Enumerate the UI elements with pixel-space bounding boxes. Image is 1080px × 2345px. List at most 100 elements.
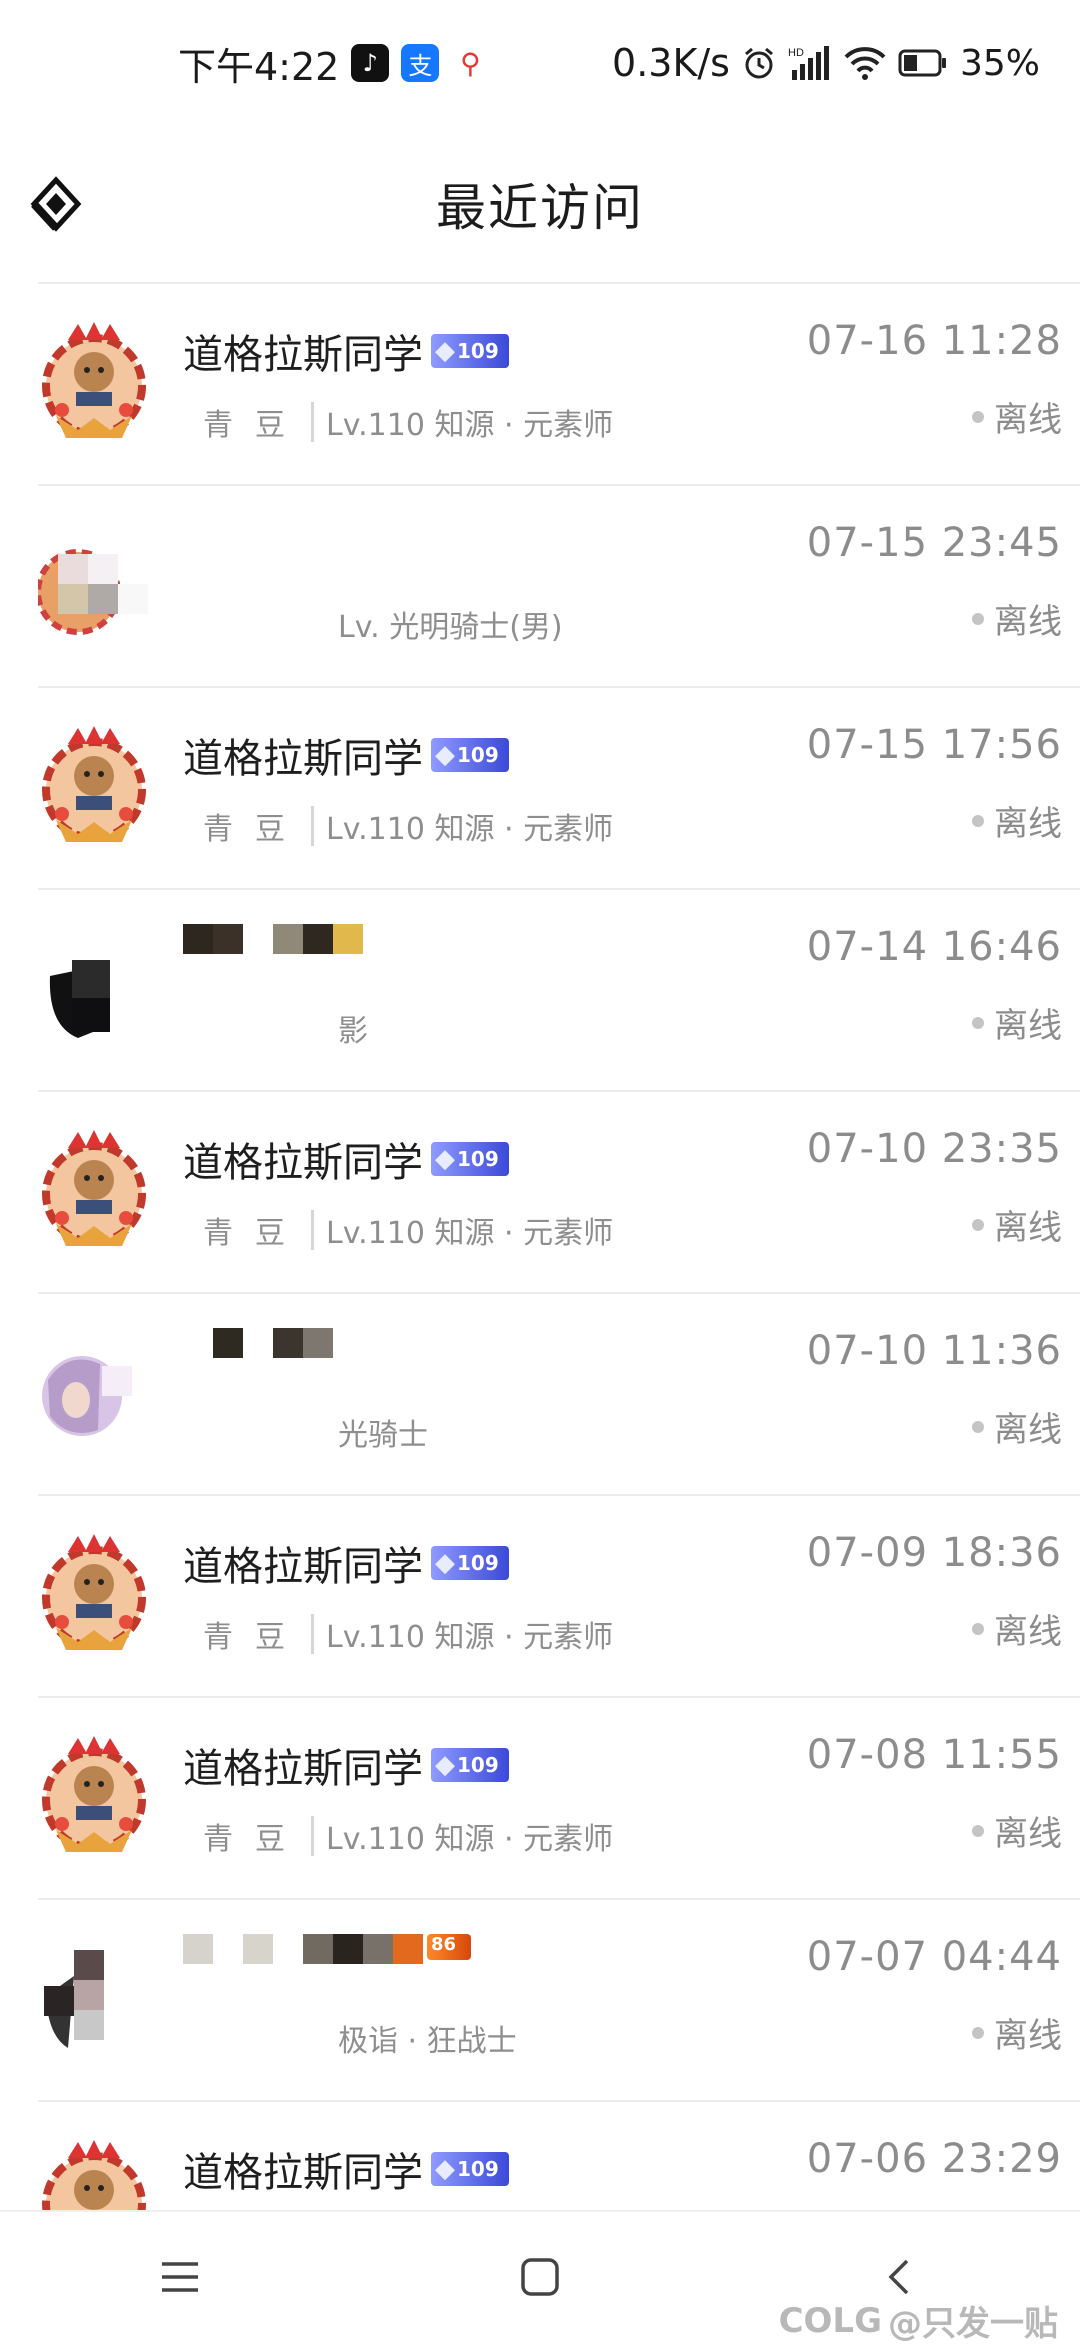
network-speed: 0.3K/s [612, 41, 730, 85]
level-badge-value: 86 [431, 1934, 457, 1955]
level-badge-value: 109 [457, 339, 499, 363]
visitor-row[interactable]: Lv. 光明骑士(男) 07-15 23:45 离线 [35, 486, 1080, 688]
visit-time: 07-10 23:35 [806, 1126, 1062, 1172]
online-status: 离线 [972, 998, 1062, 1047]
status-label: 离线 [994, 804, 1062, 844]
avatar[interactable] [38, 320, 150, 444]
visitor-info: 极诣 · 狂战士 [338, 2016, 517, 2060]
status-dot [972, 1218, 984, 1231]
online-status: 离线 [972, 392, 1062, 441]
avatar[interactable] [38, 724, 150, 848]
visitor-info: 青豆 Lv.110 知源 · 元素师 [183, 804, 613, 848]
tiktok-icon: ♪ [351, 44, 390, 82]
guild-name: 青豆 [203, 812, 307, 847]
home-square-icon [521, 2258, 559, 2296]
online-status: 离线 [972, 2008, 1062, 2057]
level-badge: ◆ 109 [431, 1748, 509, 1782]
visitor-row[interactable]: 道格拉斯同学 ◆ 109 青豆 Lv.110 知源 · 元素师 07-16 11:28 离线 [38, 284, 1080, 486]
online-status: 离线 [972, 796, 1062, 845]
level-badge-value: 109 [457, 1551, 499, 1575]
visitor-name-text: 道格拉斯同学 [183, 332, 423, 378]
battery-icon [898, 49, 948, 77]
alipay-icon: 支 [401, 44, 440, 82]
guild-name: 青豆 [203, 1620, 307, 1655]
visitor-row[interactable]: 影 07-14 16:46 离线 [38, 890, 1080, 1092]
visitor-name[interactable]: 道格拉斯同学 ◆ 109 [183, 1534, 509, 1592]
level-class-text: Lv.110 知源 · 元素师 [326, 1216, 614, 1251]
visitor-name[interactable]: 道格拉斯同学 ◆ 109 [183, 1736, 509, 1794]
avatar[interactable] [38, 1330, 150, 1454]
visitor-name[interactable]: 道格拉斯同学 ◆ 109 [183, 322, 509, 380]
visitor-row[interactable]: 86 极诣 · 狂战士 07-07 04:44 离线 [38, 1900, 1080, 2102]
visit-time: 07-08 11:55 [806, 1732, 1062, 1778]
avatar[interactable] [35, 522, 150, 646]
level-class-text: Lv.110 知源 · 元素师 [326, 408, 614, 443]
header: 最近访问 [0, 126, 1080, 282]
level-badge-value: 109 [457, 2157, 499, 2181]
visitor-row[interactable]: 光骑士 07-10 11:36 离线 [38, 1294, 1080, 1496]
status-label: 离线 [994, 1612, 1062, 1652]
level-badge-value: 109 [457, 1753, 499, 1777]
menu-button[interactable] [150, 2247, 210, 2307]
visit-time: 07-07 04:44 [806, 1934, 1062, 1980]
visit-time: 07-15 17:56 [806, 722, 1062, 768]
diamond-icon: ◆ [435, 740, 455, 770]
level-class-text: 极诣 · 狂战士 [338, 2024, 517, 2059]
status-label: 离线 [994, 1814, 1062, 1854]
status-label: 离线 [994, 1208, 1062, 1248]
visitor-row[interactable]: 道格拉斯同学 ◆ 109 青豆 Lv.110 知源 · 元素师 07-15 17:56 离线 [38, 688, 1080, 890]
avatar[interactable] [38, 1532, 150, 1656]
visit-time: 07-16 11:28 [806, 318, 1062, 364]
online-status: 离线 [972, 1402, 1062, 1451]
level-class-text: Lv.110 知源 · 元素师 [326, 1822, 614, 1857]
diamond-icon: ◆ [435, 1548, 455, 1578]
visit-time: 07-06 23:29 [806, 2136, 1062, 2182]
visitor-name[interactable]: 道格拉斯同学 ◆ 109 [183, 726, 509, 784]
status-label: 离线 [994, 1006, 1062, 1046]
hd-label: HD [788, 47, 804, 59]
visitor-info: 青豆 Lv.110 知源 · 元素师 [183, 1612, 613, 1656]
visitor-name-text: 道格拉斯同学 [183, 1140, 423, 1186]
status-label: 离线 [994, 602, 1062, 642]
cellular-signal-icon: HD [788, 46, 832, 80]
separator [311, 402, 314, 442]
status-dot [972, 410, 984, 423]
diamond-icon: ◆ [435, 2154, 455, 2184]
guild-name: 青豆 [203, 408, 307, 443]
level-class-text: Lv.110 知源 · 元素师 [326, 812, 614, 847]
visitor-name-text: 道格拉斯同学 [183, 1746, 423, 1792]
level-class-text: Lv.110 知源 · 元素师 [326, 1620, 614, 1655]
status-bar: 下午4:22 ♪ 支 ⚲ 0.3K/s HD 35% [0, 0, 1080, 126]
avatar[interactable] [38, 926, 150, 1050]
diamond-icon: ◆ [435, 1750, 455, 1780]
level-badge: ◆ 109 [431, 738, 509, 772]
level-badge: 86 [427, 1934, 471, 1960]
separator [311, 806, 314, 846]
status-dot [972, 1622, 984, 1635]
back-button[interactable] [30, 172, 82, 236]
visit-time: 07-15 23:45 [806, 520, 1062, 566]
visitor-name-text: 道格拉斯同学 [183, 2150, 423, 2196]
back-chevron-icon [888, 2259, 909, 2295]
page-title: 最近访问 [436, 179, 644, 237]
avatar[interactable] [38, 1128, 150, 1252]
visitor-info: 光骑士 [338, 1410, 428, 1454]
visitor-name[interactable]: 道格拉斯同学 ◆ 109 [183, 2140, 509, 2198]
guild-name: 青豆 [203, 1822, 307, 1857]
separator [311, 1614, 314, 1654]
visitor-name[interactable]: 道格拉斯同学 ◆ 109 [183, 1130, 509, 1188]
visitor-info: Lv. 光明骑士(男) [338, 602, 563, 646]
guild-name: 青豆 [203, 1216, 307, 1251]
visitor-row[interactable]: 道格拉斯同学 ◆ 109 青豆 Lv.110 知源 · 元素师 07-08 11:55 离线 [38, 1698, 1080, 1900]
visitor-row[interactable]: 道格拉斯同学 ◆ 109 青豆 Lv.110 知源 · 元素师 07-10 23:35 离线 [38, 1092, 1080, 1294]
visit-time: 07-09 18:36 [806, 1530, 1062, 1576]
home-button[interactable] [510, 2247, 570, 2307]
visitor-list: 道格拉斯同学 ◆ 109 青豆 Lv.110 知源 · 元素师 07-16 11:28 离线… [35, 282, 1080, 2282]
avatar[interactable] [38, 1936, 150, 2060]
diamond-icon: ◆ [435, 1144, 455, 1174]
wifi-icon [844, 46, 886, 80]
visitor-row[interactable]: 道格拉斯同学 ◆ 109 青豆 Lv.110 知源 · 元素师 07-09 18:36 离线 [38, 1496, 1080, 1698]
avatar[interactable] [38, 1734, 150, 1858]
menu-icon [162, 2262, 198, 2292]
visitor-name-text: 道格拉斯同学 [183, 736, 423, 782]
